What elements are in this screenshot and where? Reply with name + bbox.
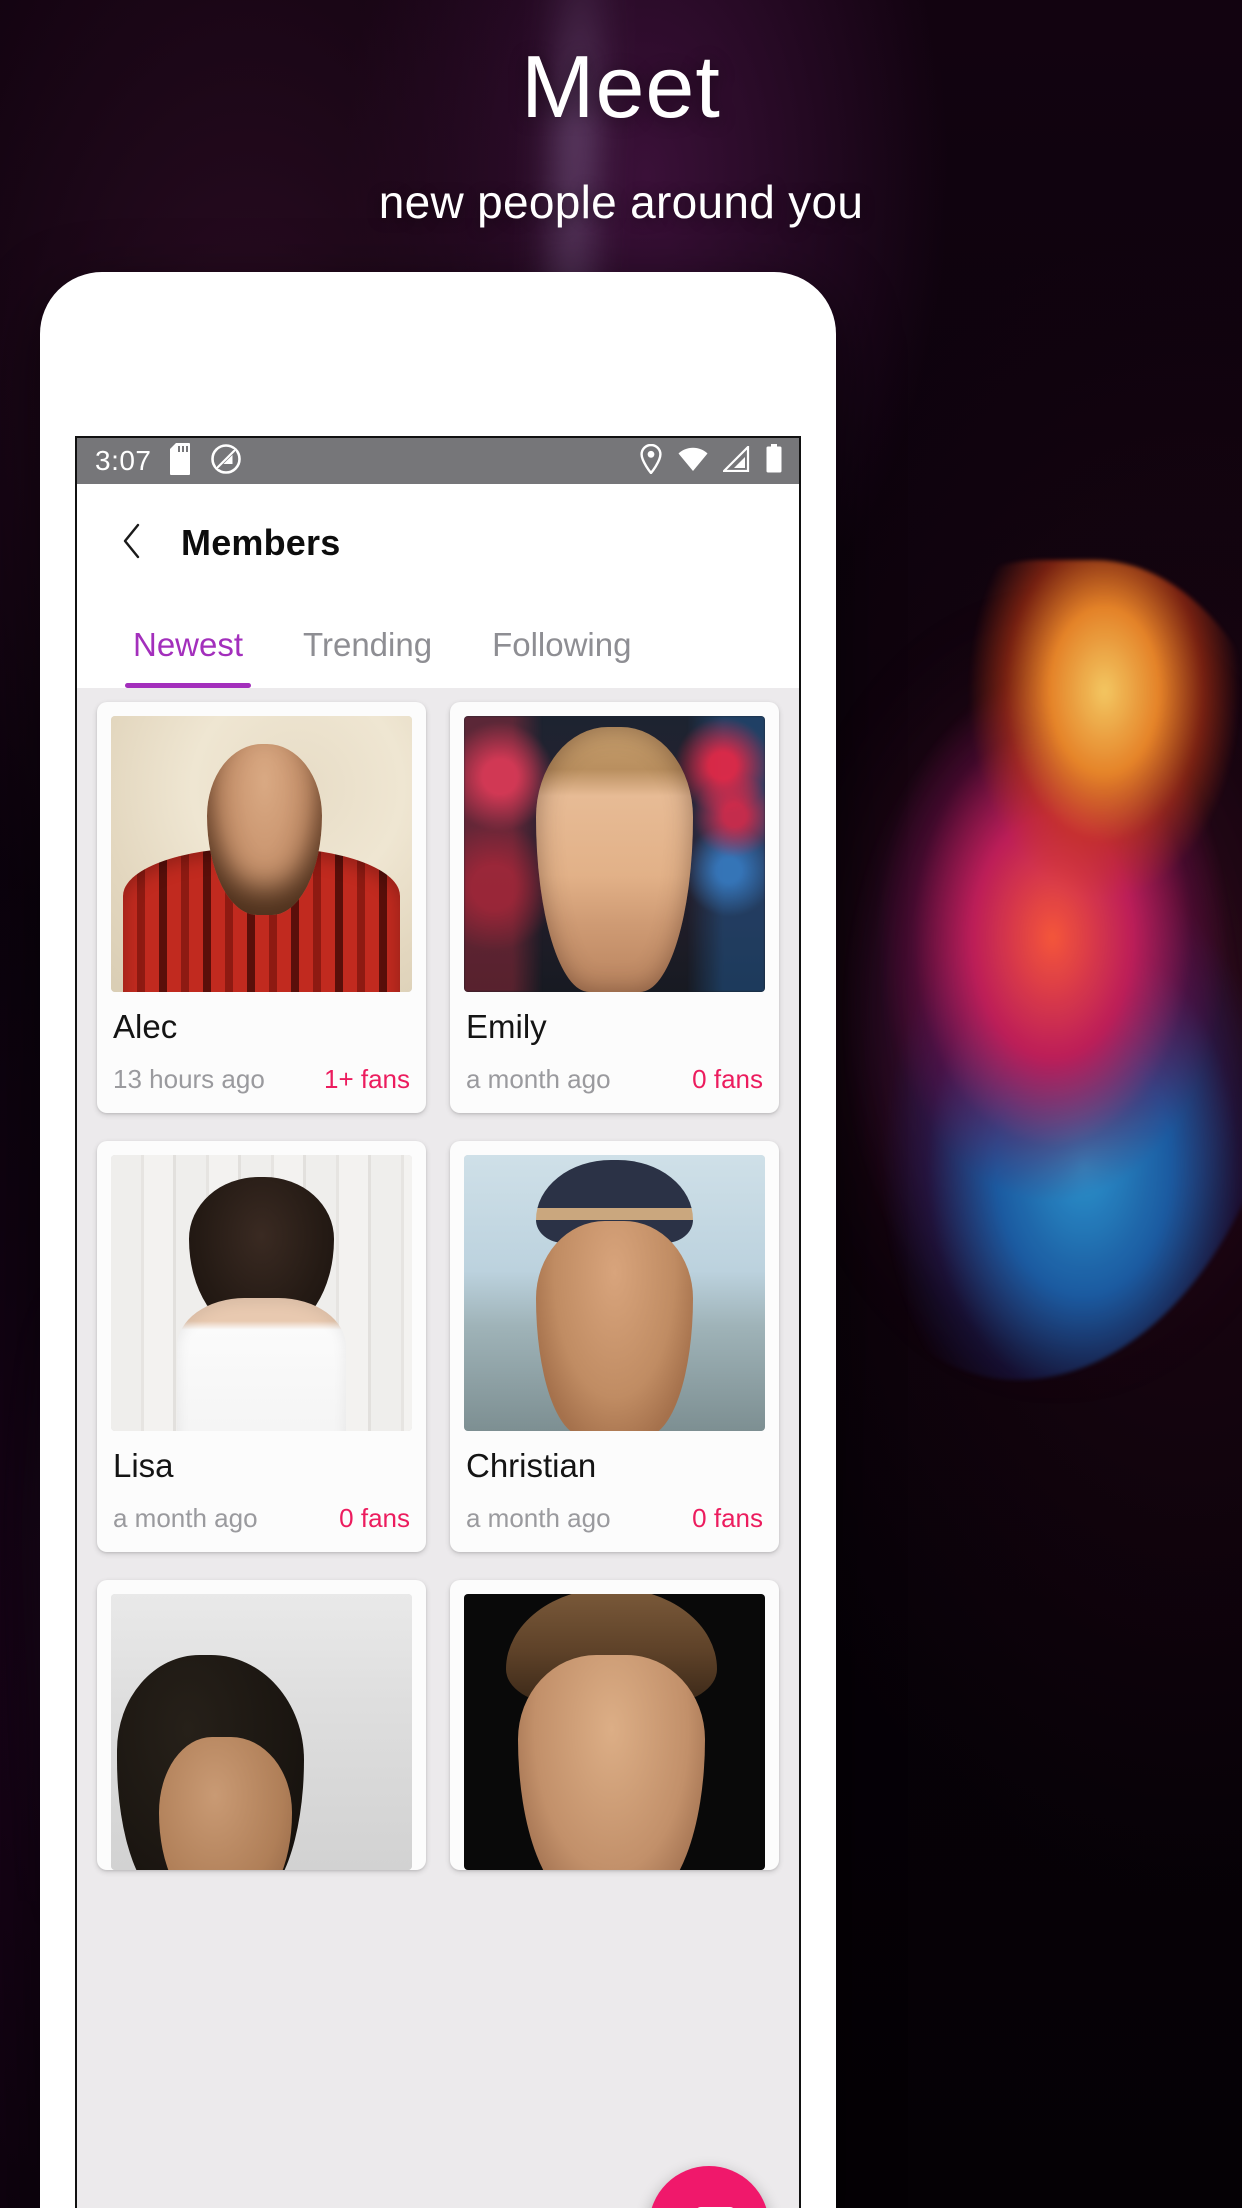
page-title: Members: [181, 522, 341, 563]
status-bar-clock: 3:07: [95, 445, 152, 476]
tab-bar: Newest Trending Following: [77, 602, 799, 688]
wifi-icon: [677, 446, 709, 477]
member-fan-count: 0 fans: [692, 1063, 763, 1094]
member-photo-art: [464, 1593, 765, 1870]
member-card[interactable]: Lisa a month ago 0 fans: [97, 1140, 426, 1552]
member-card-body: Alec 13 hours ago 1+ fans: [97, 992, 426, 1113]
sign-in-input-icon: [681, 2196, 737, 2208]
app-bar: Members: [77, 484, 799, 602]
member-name: Lisa: [113, 1446, 174, 1484]
battery-icon: [765, 443, 783, 479]
member-photo-art: [111, 1593, 412, 1870]
members-grid: Alec 13 hours ago 1+ fans Emily a month …: [97, 702, 779, 1870]
member-photo: [111, 1593, 412, 1870]
member-name: Emily: [466, 1008, 547, 1045]
member-photo: [464, 716, 765, 992]
location-pin-icon: [639, 443, 663, 479]
member-card-body: Christian a month ago 0 fans: [450, 1431, 779, 1552]
member-photo: [111, 716, 412, 992]
member-card-body: Emily a month ago 0 fans: [450, 992, 779, 1113]
phone-screen: 3:07 Members Newest Trending Following A…: [75, 436, 801, 2208]
tab-trending[interactable]: Trending: [273, 602, 462, 688]
tab-following[interactable]: Following: [462, 602, 661, 688]
member-card[interactable]: [450, 1579, 779, 1870]
member-fan-count: 0 fans: [692, 1502, 763, 1533]
status-bar-right-icons: [639, 443, 783, 479]
member-meta: a month ago 0 fans: [466, 1064, 763, 1095]
do-not-disturb-icon: [210, 443, 242, 480]
member-fan-count: 1+ fans: [323, 1063, 410, 1094]
status-bar: 3:07: [77, 438, 799, 484]
member-card[interactable]: Alec 13 hours ago 1+ fans: [97, 702, 426, 1113]
member-card[interactable]: Emily a month ago 0 fans: [450, 702, 779, 1113]
sd-card-icon: [169, 442, 196, 480]
promo-text-block: Meet new people around you: [0, 37, 1242, 229]
member-photo-art: [464, 716, 765, 992]
member-card-body: Lisa a month ago 0 fans: [97, 1431, 426, 1552]
member-timestamp: a month ago: [466, 1063, 611, 1094]
cellular-signal-icon: [721, 443, 751, 477]
member-fan-count: 0 fans: [339, 1502, 410, 1533]
member-card[interactable]: Christian a month ago 0 fans: [450, 1140, 779, 1552]
member-photo: [464, 1593, 765, 1870]
member-photo-art: [464, 1154, 765, 1431]
status-bar-left-icons: [169, 442, 242, 480]
member-meta: a month ago 0 fans: [466, 1503, 763, 1534]
member-photo: [464, 1154, 765, 1431]
promo-screenshot: Meet new people around you 3:07 Members …: [0, 0, 1242, 2208]
member-card[interactable]: [97, 1579, 426, 1870]
promo-headline: Meet: [521, 37, 721, 136]
member-name: Alec: [113, 1008, 178, 1045]
member-meta: 13 hours ago 1+ fans: [113, 1064, 410, 1095]
member-photo: [111, 1154, 412, 1431]
member-timestamp: a month ago: [113, 1502, 258, 1533]
members-list[interactable]: Alec 13 hours ago 1+ fans Emily a month …: [77, 688, 799, 2208]
chevron-left-icon: [121, 523, 143, 564]
member-photo-art: [111, 716, 412, 992]
member-timestamp: 13 hours ago: [113, 1063, 265, 1094]
back-button[interactable]: [105, 516, 159, 570]
member-photo-art: [111, 1154, 412, 1431]
promo-subheadline: new people around you: [378, 175, 864, 228]
phone-mockup: 3:07 Members Newest Trending Following A…: [40, 272, 836, 2208]
member-timestamp: a month ago: [466, 1502, 611, 1533]
tab-newest[interactable]: Newest: [103, 602, 273, 688]
member-meta: a month ago 0 fans: [113, 1503, 410, 1534]
member-name: Christian: [466, 1446, 597, 1484]
